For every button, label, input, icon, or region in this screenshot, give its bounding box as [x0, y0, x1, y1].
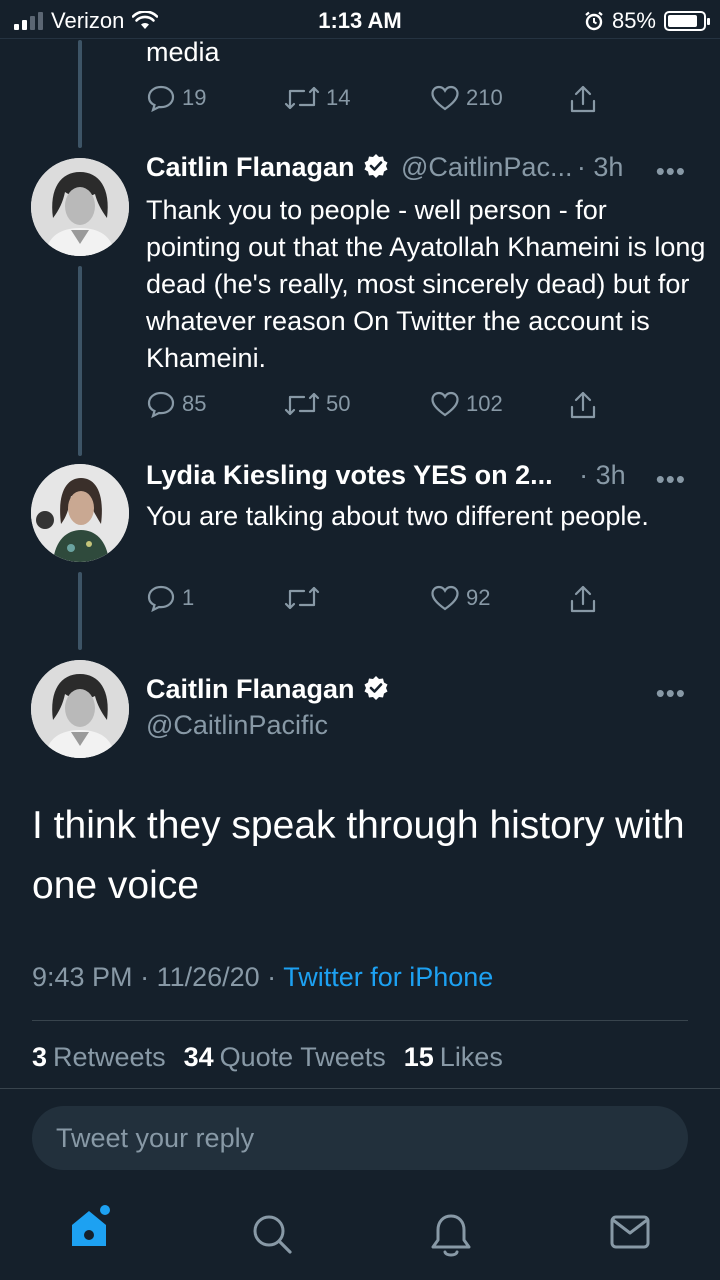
- tweet-source-link[interactable]: Twitter for iPhone: [283, 962, 493, 992]
- author-name[interactable]: Caitlin Flanagan: [146, 674, 355, 704]
- meta-separator: ·: [259, 962, 284, 992]
- retweet-button[interactable]: [284, 584, 326, 612]
- avatar[interactable]: [31, 660, 129, 758]
- share-icon: [570, 585, 596, 613]
- avatar[interactable]: [31, 158, 129, 256]
- thread-line: [78, 40, 82, 148]
- tweet-actions: 1 92: [146, 584, 616, 620]
- retweet-count: 50: [326, 391, 351, 416]
- tweet-header: Caitlin Flanagan @CaitlinPac... · 3h: [146, 152, 623, 183]
- retweets-label: Retweets: [53, 1042, 166, 1072]
- retweet-button[interactable]: 14: [284, 84, 350, 112]
- heart-icon: [431, 85, 459, 111]
- thread-line: [78, 572, 82, 650]
- share-button[interactable]: [568, 584, 598, 614]
- avatar[interactable]: [31, 464, 129, 562]
- prev-tweet-actions: 19 14 210: [146, 84, 616, 120]
- reply-input[interactable]: Tweet your reply: [32, 1106, 688, 1170]
- tab-bar: [0, 1190, 720, 1280]
- reply-count: 85: [182, 391, 207, 416]
- verified-badge-icon: [364, 154, 388, 178]
- retweet-icon: [284, 392, 320, 416]
- like-count: 92: [466, 585, 491, 610]
- reply-icon: [147, 391, 175, 418]
- more-options-icon[interactable]: •••: [656, 464, 686, 495]
- divider: [32, 1020, 688, 1021]
- thread-line: [78, 266, 82, 456]
- tweet-stats: 3 Retweets 34 Quote Tweets 15 Likes: [32, 1042, 503, 1073]
- tweet-timestamp: 9:43 PM: [32, 962, 133, 992]
- quote-tweets-stat[interactable]: 34 Quote Tweets: [184, 1042, 386, 1073]
- like-count: 210: [466, 85, 503, 110]
- like-count: 102: [466, 391, 503, 416]
- heart-icon: [431, 585, 459, 611]
- main-tweet-header: Caitlin Flanagan: [146, 674, 389, 705]
- tweet-actions: 85 50 102: [146, 390, 616, 426]
- status-right: 85%: [584, 8, 710, 34]
- reply-icon: [147, 85, 175, 112]
- reply-button[interactable]: 1: [146, 584, 194, 612]
- retweet-icon: [284, 86, 320, 110]
- tweet-header: Lydia Kiesling votes YES on 2... · 3h: [146, 460, 626, 491]
- share-icon: [570, 85, 596, 113]
- tweet-text: Thank you to people - well person - for …: [146, 195, 706, 373]
- notifications-icon[interactable]: [430, 1212, 472, 1258]
- home-icon[interactable]: [68, 1204, 114, 1250]
- meta-separator: ·: [132, 962, 157, 992]
- alarm-icon: [585, 11, 603, 31]
- author-handle: @CaitlinPac...: [400, 152, 573, 182]
- author-name[interactable]: Caitlin Flanagan: [146, 152, 355, 182]
- tweet-date: 11/26/20: [156, 962, 260, 992]
- reply-placeholder: Tweet your reply: [56, 1122, 255, 1153]
- reply-icon: [147, 585, 175, 612]
- more-options-icon[interactable]: •••: [656, 678, 686, 709]
- retweet-button[interactable]: 50: [284, 390, 350, 418]
- reply-count: 19: [182, 85, 207, 110]
- verified-badge-icon: [364, 676, 388, 700]
- battery-icon: [664, 11, 710, 31]
- avatar-photo: [31, 660, 129, 758]
- divider: [0, 1088, 720, 1089]
- tweet-text: You are talking about two different peop…: [146, 501, 649, 531]
- messages-icon[interactable]: [610, 1214, 650, 1250]
- likes-label: Likes: [439, 1042, 503, 1072]
- share-button[interactable]: [568, 84, 598, 114]
- like-button[interactable]: 102: [430, 390, 503, 418]
- like-button[interactable]: 92: [430, 584, 490, 612]
- prev-tweet-text: media: [146, 37, 220, 67]
- reply-button[interactable]: 85: [146, 390, 206, 418]
- tweet-meta: 9:43 PM · 11/26/20 · Twitter for iPhone: [32, 962, 493, 993]
- reply-button[interactable]: 19: [146, 84, 206, 112]
- main-tweet-text: I think they speak through history with …: [32, 804, 685, 907]
- retweet-icon: [284, 586, 320, 610]
- author-handle: @CaitlinPacific: [146, 710, 328, 740]
- likes-stat[interactable]: 15 Likes: [404, 1042, 503, 1073]
- screen: Verizon 1:13 AM 85% media 19 14 210 Cait…: [0, 0, 720, 1280]
- tweet-time: · 3h: [579, 460, 626, 490]
- retweets-stat[interactable]: 3 Retweets: [32, 1042, 166, 1073]
- tweet-time: · 3h: [576, 152, 624, 182]
- avatar-photo: [31, 464, 129, 562]
- reply-count: 1: [182, 585, 195, 610]
- battery-percent: 85%: [611, 8, 656, 33]
- more-options-icon[interactable]: •••: [656, 156, 686, 187]
- retweets-count: 3: [32, 1042, 48, 1072]
- quotes-count: 34: [183, 1042, 214, 1072]
- heart-icon: [431, 391, 459, 417]
- like-button[interactable]: 210: [430, 84, 503, 112]
- likes-count: 15: [403, 1042, 434, 1072]
- search-icon[interactable]: [250, 1212, 294, 1256]
- share-icon: [570, 391, 596, 419]
- retweet-count: 14: [326, 85, 351, 110]
- avatar-photo: [31, 158, 129, 256]
- quotes-label: Quote Tweets: [219, 1042, 386, 1072]
- share-button[interactable]: [568, 390, 598, 420]
- author-name[interactable]: Lydia Kiesling votes YES on 2...: [146, 460, 553, 490]
